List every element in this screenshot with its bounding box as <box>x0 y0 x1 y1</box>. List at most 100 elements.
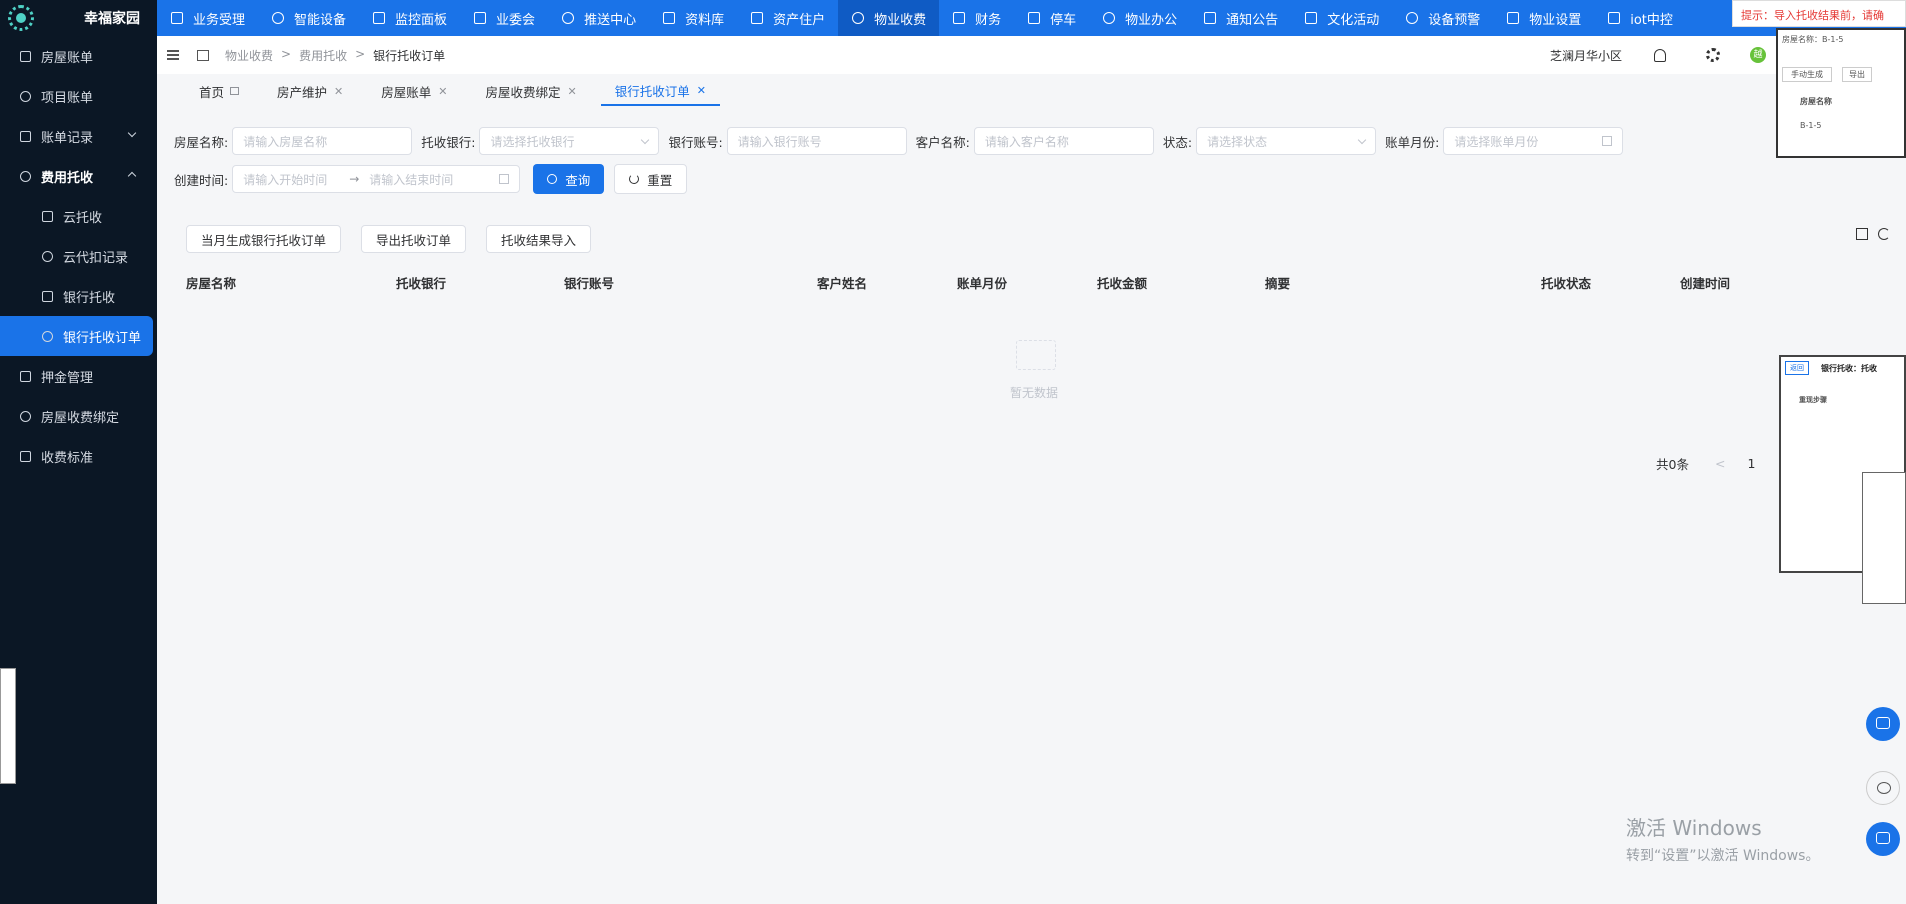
sidebar-item-7[interactable]: 银行托收订单 <box>0 316 153 356</box>
breadcrumb: 物业收费 > 费用托收 > 银行托收订单 <box>225 47 453 64</box>
close-icon[interactable]: ✕ <box>697 84 706 97</box>
close-icon[interactable]: ✕ <box>334 85 343 98</box>
customer-input[interactable]: 请输入客户名称 <box>973 127 1154 155</box>
nav-item-7[interactable]: 物业收费 <box>838 0 940 36</box>
action-button-1[interactable]: 导出托收订单 <box>361 225 467 253</box>
nav-item-5[interactable]: 资料库 <box>649 0 737 36</box>
nav-item-1[interactable]: 智能设备 <box>258 0 359 36</box>
nav-label: 文化活动 <box>1327 12 1380 28</box>
menu-fold-icon[interactable] <box>167 50 179 60</box>
calendar-icon <box>499 174 510 184</box>
reset-button[interactable]: 重置 <box>614 164 688 194</box>
nav-item-11[interactable]: 通知公告 <box>1190 0 1291 36</box>
tab-label: 房屋账单 <box>381 84 432 100</box>
push-icon <box>562 12 575 24</box>
video-icon <box>1876 717 1890 729</box>
bug-report-button[interactable] <box>1866 822 1900 856</box>
sidebar-item-label: 费用托收 <box>41 170 94 186</box>
nav-label: 业务受理 <box>193 12 246 28</box>
nav-item-14[interactable]: 物业设置 <box>1493 0 1594 36</box>
action-button-2[interactable]: 托收结果导入 <box>486 225 592 253</box>
nav-item-4[interactable]: 推送中心 <box>548 0 649 36</box>
sidebar-item-9[interactable]: 房屋收费绑定 <box>0 396 157 436</box>
community-selector[interactable]: 芝澜月华小区 <box>1550 47 1622 64</box>
top-bar: 幸福家园 业务受理 智能设备 监控面板 业委会 推送中心 资料库 资产住户 物业收费 财务 停车 物… <box>0 0 1906 36</box>
nav-item-2[interactable]: 监控面板 <box>359 0 460 36</box>
video-button[interactable] <box>1866 707 1900 741</box>
month-picker[interactable]: 请选择账单月份 <box>1443 127 1624 155</box>
tab-0[interactable]: 首页 <box>185 76 253 106</box>
breadcrumb-item[interactable]: 物业收费 <box>225 47 273 64</box>
created-label: 创建时间: <box>174 172 229 188</box>
menu-icon <box>20 370 31 382</box>
thumb1-col: 房屋名称 <box>1800 97 1832 106</box>
sidebar-item-label: 押金管理 <box>41 370 94 386</box>
nav-label: 监控面板 <box>395 12 448 28</box>
bank-select[interactable]: 请选择托收银行 <box>479 127 660 155</box>
query-button[interactable]: 查询 <box>533 164 605 194</box>
nav-item-13[interactable]: 设备预警 <box>1392 0 1493 36</box>
bank-placeholder: 请选择托收银行 <box>490 134 575 149</box>
sidebar-item-5[interactable]: 云代扣记录 <box>0 236 157 276</box>
sidebar-item-label: 房屋账单 <box>41 50 94 66</box>
windows-watermark: 激活 Windows 转到“设置”以激活 Windows。 <box>1626 812 1819 865</box>
gear-icon[interactable] <box>1706 48 1720 62</box>
nav-item-6[interactable]: 资产住户 <box>737 0 838 36</box>
committee-icon <box>474 12 487 24</box>
nav-item-12[interactable]: 文化活动 <box>1291 0 1392 36</box>
close-icon[interactable]: ✕ <box>568 85 577 98</box>
tab-label: 房屋收费绑定 <box>485 84 561 100</box>
action-button-0[interactable]: 当月生成银行托收订单 <box>186 225 342 253</box>
nav-item-9[interactable]: 停车 <box>1014 0 1089 36</box>
sidebar-item-3[interactable]: 费用托收 <box>0 156 157 196</box>
customer-label: 客户名称: <box>915 134 970 150</box>
column-header: 创建时间 <box>1680 276 1731 291</box>
sidebar-item-6[interactable]: 银行托收 <box>0 276 157 316</box>
sidebar-item-0[interactable]: 房屋账单 <box>0 36 157 76</box>
created-range-picker[interactable]: 请输入开始时间 → 请输入结束时间 <box>232 165 521 193</box>
status-select[interactable]: 请选择状态 <box>1196 127 1377 155</box>
house-name-input[interactable]: 请输入房屋名称 <box>232 127 413 155</box>
fullscreen-icon[interactable] <box>1856 228 1868 240</box>
home-icon[interactable] <box>197 49 209 61</box>
bug-icon <box>1876 832 1890 844</box>
query-label: 查询 <box>565 172 591 188</box>
alarm-icon <box>1406 12 1419 24</box>
bug-button[interactable] <box>1866 771 1900 805</box>
column-header: 房屋名称 <box>186 276 237 291</box>
tab-1[interactable]: 房产维护 ✕ <box>263 76 357 106</box>
nav-item-3[interactable]: 业委会 <box>460 0 548 36</box>
nav-item-15[interactable]: iot中控 <box>1594 0 1686 36</box>
bell-icon[interactable] <box>1654 48 1666 62</box>
iot-icon <box>1608 12 1621 24</box>
account-input[interactable]: 请输入银行账号 <box>726 127 907 155</box>
logo-icon <box>8 5 34 31</box>
menu-icon <box>20 50 31 62</box>
sidebar-item-4[interactable]: 云托收 <box>0 196 157 236</box>
app-logo[interactable]: 幸福家园 <box>0 0 157 36</box>
tab-3[interactable]: 房屋收费绑定 ✕ <box>471 76 590 106</box>
tab-4[interactable]: 银行托收订单 ✕ <box>600 76 720 106</box>
pager-prev[interactable]: < <box>1715 456 1725 471</box>
nav-item-0[interactable]: 业务受理 <box>157 0 258 36</box>
tab-2[interactable]: 房屋账单 ✕ <box>367 76 461 106</box>
reload-icon[interactable] <box>1878 228 1890 240</box>
refresh-icon <box>629 174 640 184</box>
status-placeholder: 请选择状态 <box>1207 134 1268 149</box>
pager-page[interactable]: 1 <box>1747 456 1755 471</box>
calendar-icon <box>1602 136 1613 146</box>
avatar[interactable]: 越 <box>1750 47 1766 63</box>
sidebar-item-10[interactable]: 收费标准 <box>0 436 157 476</box>
chevron-down-icon <box>127 128 137 138</box>
nav-item-10[interactable]: 物业办公 <box>1089 0 1190 36</box>
nav-item-8[interactable]: 财务 <box>939 0 1014 36</box>
breadcrumb-item[interactable]: 费用托收 <box>299 47 347 64</box>
sidebar-item-2[interactable]: 账单记录 <box>0 116 157 156</box>
breadcrumb-item: > <box>281 46 292 61</box>
house-name-label: 房屋名称: <box>174 134 229 150</box>
sidebar-item-1[interactable]: 项目账单 <box>0 76 157 116</box>
sidebar-item-8[interactable]: 押金管理 <box>0 356 157 396</box>
close-icon[interactable]: ✕ <box>438 85 447 98</box>
breadcrumb-item[interactable]: 银行托收订单 <box>373 47 445 64</box>
chevron-up-icon <box>127 171 137 181</box>
